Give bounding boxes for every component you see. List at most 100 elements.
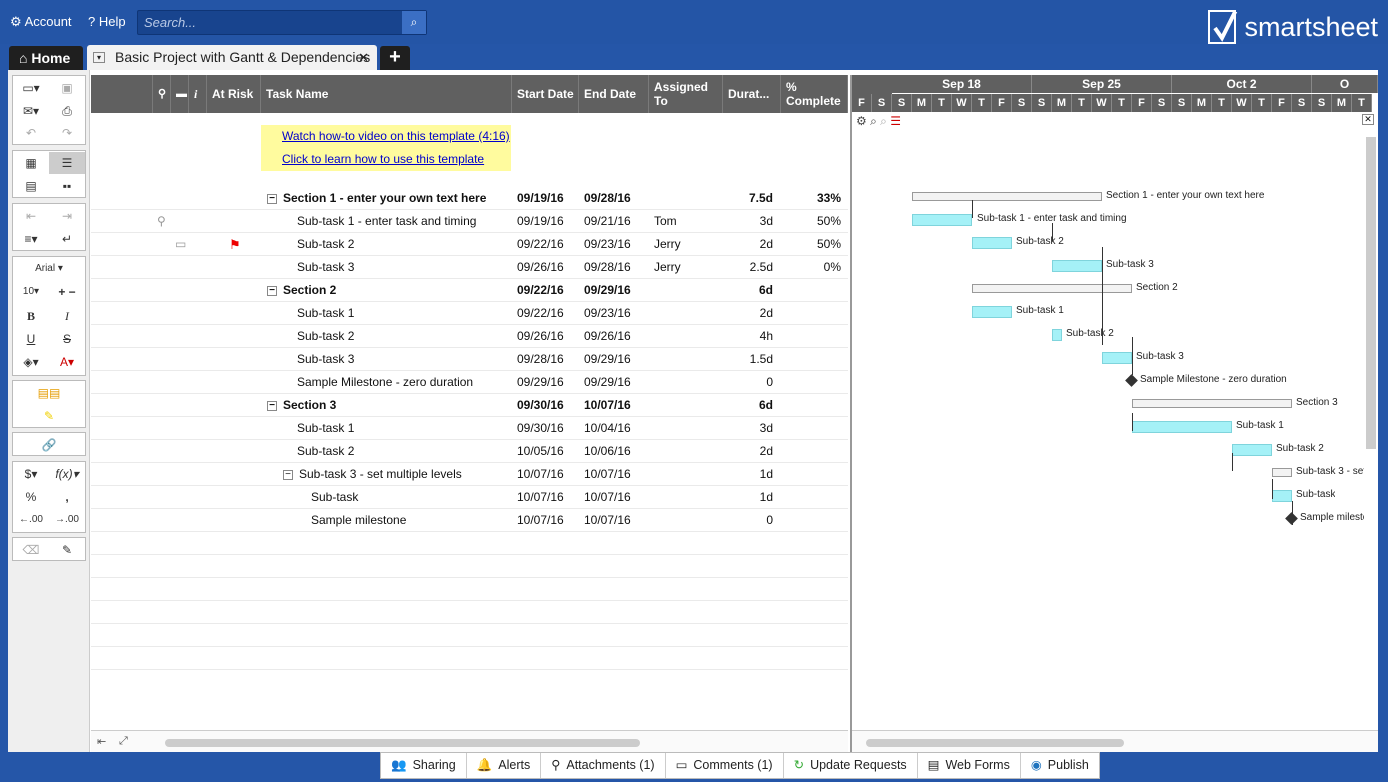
collapse-icon[interactable]: − bbox=[267, 285, 277, 296]
new-icon[interactable]: ▭▾ bbox=[13, 77, 49, 99]
attachments-button[interactable]: ⚲ Attachments (1) bbox=[541, 753, 666, 778]
hyperlink-icon[interactable]: 🔗 bbox=[13, 434, 85, 456]
comma-button[interactable]: , bbox=[49, 486, 85, 508]
bold-button[interactable]: B bbox=[13, 305, 49, 327]
start-date-cell[interactable]: 09/28/16 bbox=[517, 348, 564, 371]
mail-icon[interactable]: ✉▾ bbox=[13, 100, 49, 122]
gantt-milestone-diamond[interactable] bbox=[1125, 374, 1138, 387]
end-date-cell[interactable]: 09/29/16 bbox=[584, 279, 631, 302]
tab-sheet[interactable]: ▾ Basic Project with Gantt & Dependencie… bbox=[87, 45, 377, 70]
start-date-cell[interactable]: 10/07/16 bbox=[517, 463, 564, 486]
percent-complete-cell[interactable]: 50% bbox=[781, 233, 841, 256]
format-painter-icon[interactable]: ✎ bbox=[49, 539, 85, 561]
empty-row[interactable] bbox=[91, 578, 848, 601]
gantt-summary-bar[interactable] bbox=[972, 284, 1132, 293]
gantt-task-bar[interactable] bbox=[972, 306, 1012, 318]
vertical-scrollbar[interactable] bbox=[1366, 137, 1376, 449]
task-name-cell[interactable]: − Section 1 - enter your own text here bbox=[267, 187, 512, 210]
task-name-cell[interactable]: Sub-task 2 bbox=[297, 325, 512, 348]
table-row[interactable]: Sub-task 3 09/26/16 09/28/16 Jerry 2.5d 0% bbox=[91, 256, 848, 279]
end-date-cell[interactable]: 09/23/16 bbox=[584, 233, 631, 256]
gantt-summary-bar[interactable] bbox=[1272, 468, 1292, 477]
empty-row[interactable] bbox=[91, 647, 848, 670]
start-date-cell[interactable]: 10/05/16 bbox=[517, 440, 564, 463]
duration-cell[interactable]: 6d bbox=[723, 394, 773, 417]
table-row[interactable]: ▭ ⚑ Sub-task 2 09/22/16 09/23/16 Jerry 2d 50% bbox=[91, 233, 848, 256]
duration-cell[interactable]: 7.5d bbox=[723, 187, 773, 210]
collapse-icon[interactable]: − bbox=[283, 469, 293, 480]
column-percent-complete[interactable]: % Complete bbox=[781, 75, 848, 113]
duration-cell[interactable]: 1d bbox=[723, 486, 773, 509]
highlight-icon[interactable]: ✎ bbox=[13, 405, 85, 427]
start-date-cell[interactable]: 09/26/16 bbox=[517, 325, 564, 348]
column-task-name[interactable]: Task Name bbox=[261, 75, 512, 113]
empty-row[interactable] bbox=[91, 624, 848, 647]
tab-home[interactable]: ⌂ Home bbox=[9, 46, 83, 70]
duration-cell[interactable]: 6d bbox=[723, 279, 773, 302]
gantt-horizontal-scrollbar[interactable] bbox=[866, 739, 1124, 747]
collapse-panel-icon[interactable]: ⇤ bbox=[97, 735, 106, 748]
table-row[interactable]: ⚲ Sub-task 1 - enter task and timing 09/19… bbox=[91, 210, 848, 233]
attachment-icon[interactable]: ⚲ bbox=[157, 210, 166, 233]
gantt-task-bar[interactable] bbox=[1272, 490, 1292, 502]
increase-decimal-button[interactable]: →.00 bbox=[49, 509, 85, 531]
horizontal-scrollbar[interactable] bbox=[165, 739, 640, 747]
wrap-icon[interactable]: ↵ bbox=[49, 228, 85, 250]
search-input[interactable] bbox=[138, 11, 403, 34]
redo-icon[interactable]: ↷ bbox=[49, 122, 85, 144]
empty-row[interactable] bbox=[91, 555, 848, 578]
column-end-date[interactable]: End Date bbox=[579, 75, 649, 113]
percent-complete-cell[interactable] bbox=[781, 463, 841, 486]
percent-complete-cell[interactable] bbox=[781, 325, 841, 348]
comments-button[interactable]: ▭ Comments (1) bbox=[666, 753, 784, 778]
font-size-select[interactable]: 10▾ bbox=[13, 281, 49, 303]
percent-button[interactable]: % bbox=[13, 486, 49, 508]
tab-menu-icon[interactable]: ▾ bbox=[93, 52, 105, 63]
percent-complete-cell[interactable] bbox=[781, 348, 841, 371]
comment-column-icon[interactable]: ▬ bbox=[171, 75, 189, 113]
collapse-icon[interactable]: − bbox=[267, 193, 277, 204]
duration-cell[interactable]: 1d bbox=[723, 463, 773, 486]
formula-button[interactable]: f(x)▾ bbox=[49, 463, 85, 485]
task-name-cell[interactable]: − Sub-task 3 - set multiple levels bbox=[283, 463, 512, 486]
duration-cell[interactable]: 2.5d bbox=[723, 256, 773, 279]
table-row[interactable]: Sub-task 1 09/30/16 10/04/16 3d bbox=[91, 417, 848, 440]
collapse-icon[interactable]: − bbox=[267, 400, 277, 411]
underline-button[interactable]: U bbox=[13, 328, 49, 350]
start-date-cell[interactable]: 09/30/16 bbox=[517, 417, 564, 440]
start-date-cell[interactable]: 10/07/16 bbox=[517, 509, 564, 532]
percent-complete-cell[interactable] bbox=[781, 302, 841, 325]
conditional-format-icon[interactable]: ▤▤ bbox=[13, 382, 85, 404]
end-date-cell[interactable]: 10/07/16 bbox=[584, 463, 631, 486]
italic-button[interactable]: I bbox=[49, 305, 85, 327]
percent-complete-cell[interactable] bbox=[781, 417, 841, 440]
duration-cell[interactable]: 2d bbox=[723, 233, 773, 256]
percent-complete-cell[interactable]: 50% bbox=[781, 210, 841, 233]
calendar-view-icon[interactable]: ▤ bbox=[13, 175, 49, 197]
column-assigned-to[interactable]: Assigned To bbox=[649, 75, 723, 113]
table-row[interactable]: Sub-task 2 10/05/16 10/06/16 2d bbox=[91, 440, 848, 463]
task-name-cell[interactable]: − Section 2 bbox=[267, 279, 512, 302]
start-date-cell[interactable]: 09/29/16 bbox=[517, 371, 564, 394]
empty-row[interactable] bbox=[91, 532, 848, 555]
table-row[interactable]: − Section 1 - enter your own text here 09/… bbox=[91, 187, 848, 210]
duration-cell[interactable]: 3d bbox=[723, 210, 773, 233]
gantt-summary-bar[interactable] bbox=[912, 192, 1102, 201]
duration-cell[interactable]: 2d bbox=[723, 440, 773, 463]
task-name-cell[interactable]: Sub-task 1 bbox=[297, 302, 512, 325]
task-name-cell[interactable]: Sub-task bbox=[311, 486, 512, 509]
duration-cell[interactable]: 4h bbox=[723, 325, 773, 348]
publish-button[interactable]: ◉ Publish bbox=[1021, 753, 1099, 778]
duration-cell[interactable]: 0 bbox=[723, 371, 773, 394]
search-icon[interactable]: ⌕ bbox=[402, 11, 426, 34]
align-icon[interactable]: ≡▾ bbox=[13, 228, 49, 250]
decrease-decimal-button[interactable]: ←.00 bbox=[13, 509, 49, 531]
end-date-cell[interactable]: 10/04/16 bbox=[584, 417, 631, 440]
duration-cell[interactable]: 2d bbox=[723, 302, 773, 325]
table-row[interactable]: − Section 2 09/22/16 09/29/16 6d bbox=[91, 279, 848, 302]
start-date-cell[interactable]: 09/26/16 bbox=[517, 256, 564, 279]
assigned-to-cell[interactable]: Jerry bbox=[654, 233, 681, 256]
end-date-cell[interactable]: 09/29/16 bbox=[584, 348, 631, 371]
gantt-settings-icon[interactable]: ⚙ ⌕ ⌕ ☰ bbox=[856, 114, 901, 129]
task-name-cell[interactable]: Sub-task 3 bbox=[297, 348, 512, 371]
